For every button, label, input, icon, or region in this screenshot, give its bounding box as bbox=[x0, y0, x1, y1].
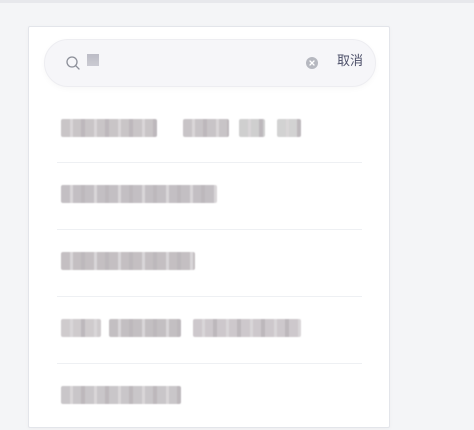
suggestion-item[interactable] bbox=[57, 297, 362, 364]
blurred-text-block bbox=[61, 185, 217, 203]
cancel-button[interactable]: 取消 bbox=[337, 53, 363, 71]
suggestion-item[interactable] bbox=[57, 230, 362, 297]
suggestion-item[interactable] bbox=[57, 163, 362, 230]
search-icon bbox=[66, 56, 80, 70]
suggestion-list bbox=[43, 97, 376, 430]
blurred-text-block bbox=[109, 319, 181, 337]
search-bar[interactable]: 取消 bbox=[44, 39, 376, 87]
blurred-text-block bbox=[61, 319, 101, 337]
search-panel: 取消 bbox=[28, 26, 390, 428]
suggestion-item[interactable] bbox=[57, 364, 362, 430]
blurred-text-block bbox=[61, 119, 157, 137]
blurred-text-block bbox=[61, 252, 195, 270]
blurred-text-block bbox=[277, 119, 301, 137]
blurred-text-block bbox=[61, 386, 181, 404]
blurred-text-block bbox=[239, 119, 265, 137]
suggestion-item[interactable] bbox=[43, 97, 376, 163]
blurred-text-block bbox=[193, 319, 301, 337]
blurred-text-block bbox=[183, 119, 229, 137]
top-border bbox=[0, 0, 474, 3]
search-input-value[interactable] bbox=[87, 54, 99, 66]
clear-icon[interactable] bbox=[306, 57, 318, 69]
